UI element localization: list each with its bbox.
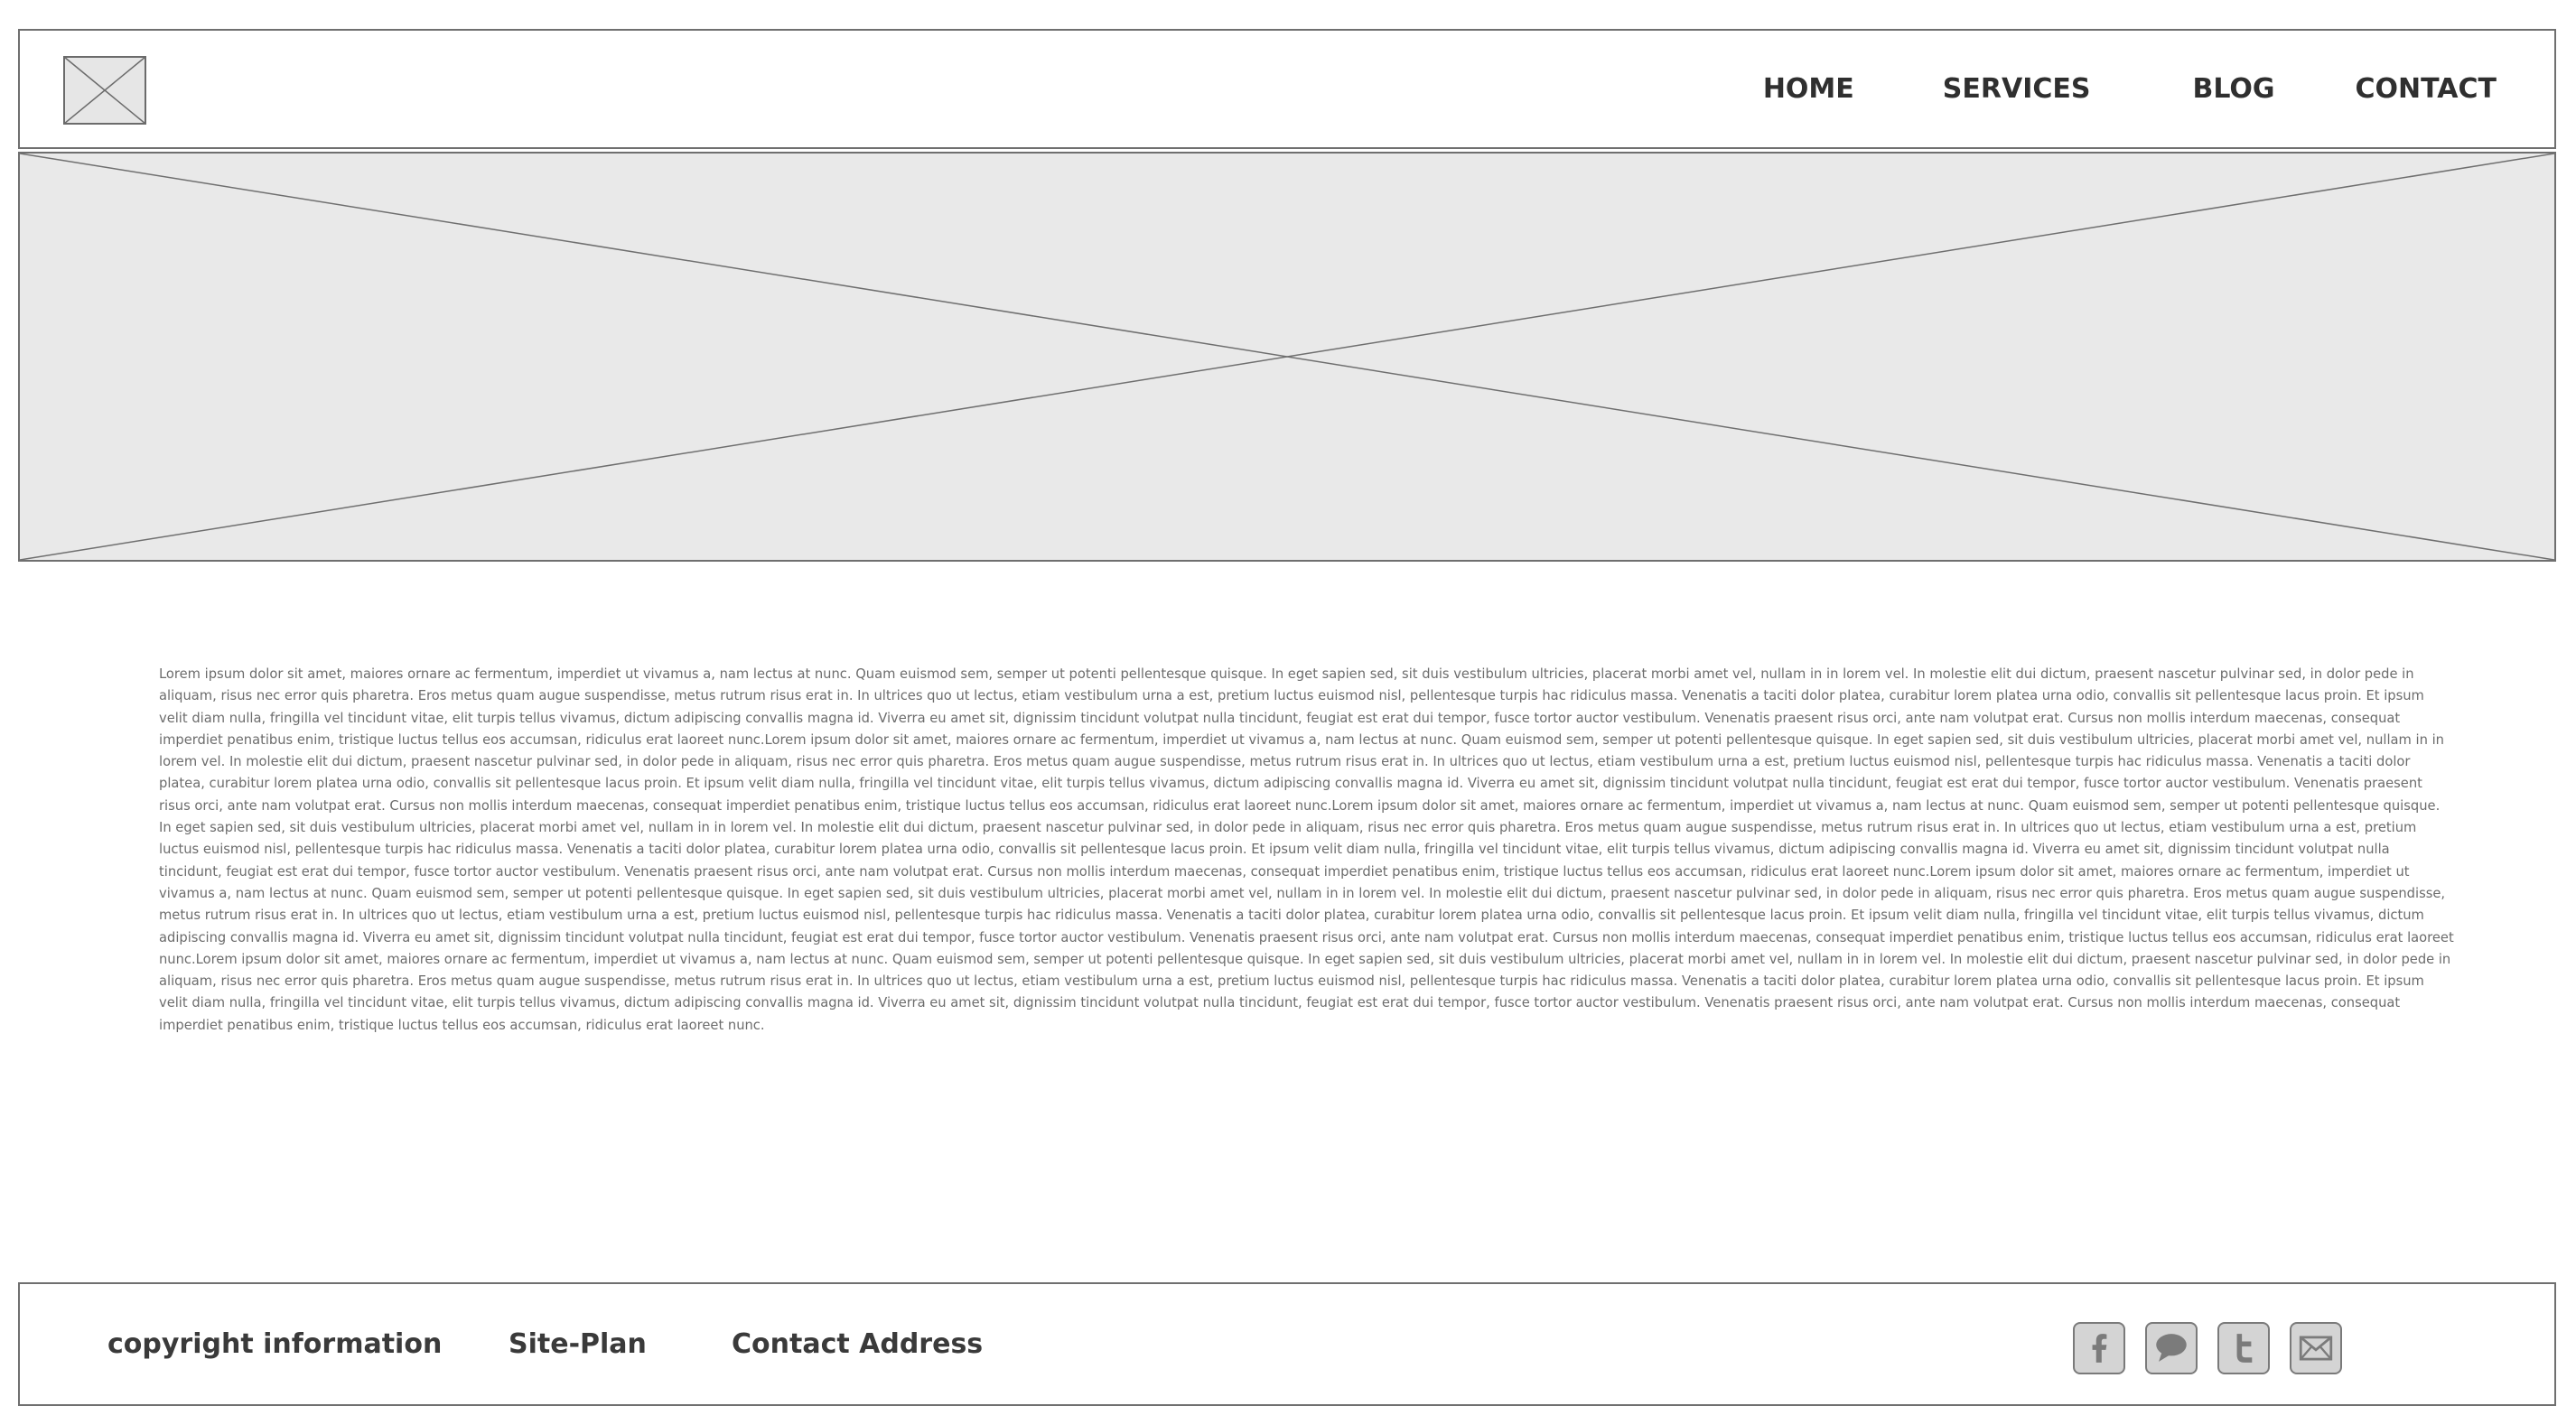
hero-image-placeholder	[18, 152, 2556, 562]
site-plan-link[interactable]: Site-Plan	[509, 1284, 647, 1404]
chat-bubble-icon[interactable]	[2145, 1322, 2198, 1374]
mail-icon[interactable]	[2290, 1322, 2342, 1374]
site-header: HOME SERVICES BLOG CONTACT	[18, 29, 2556, 149]
copyright-information: copyright information	[107, 1328, 443, 1360]
body-text: Lorem ipsum dolor sit amet, maiores orna…	[159, 664, 2455, 1229]
social-links	[2073, 1322, 2362, 1374]
site-footer: copyright information Site-Plan Contact …	[18, 1282, 2556, 1406]
facebook-icon[interactable]	[2073, 1322, 2125, 1374]
nav-item-home[interactable]: HOME	[1763, 73, 1854, 105]
nav-item-blog[interactable]: BLOG	[2192, 73, 2274, 105]
image-placeholder-icon	[20, 154, 2554, 560]
nav-item-contact[interactable]: CONTACT	[2356, 73, 2497, 105]
main-nav: HOME SERVICES BLOG CONTACT	[1763, 31, 2497, 147]
twitter-icon[interactable]	[2217, 1322, 2270, 1374]
logo-placeholder-icon[interactable]	[63, 56, 146, 125]
contact-address-link[interactable]: Contact Address	[732, 1284, 983, 1404]
nav-item-services[interactable]: SERVICES	[1943, 73, 2091, 105]
